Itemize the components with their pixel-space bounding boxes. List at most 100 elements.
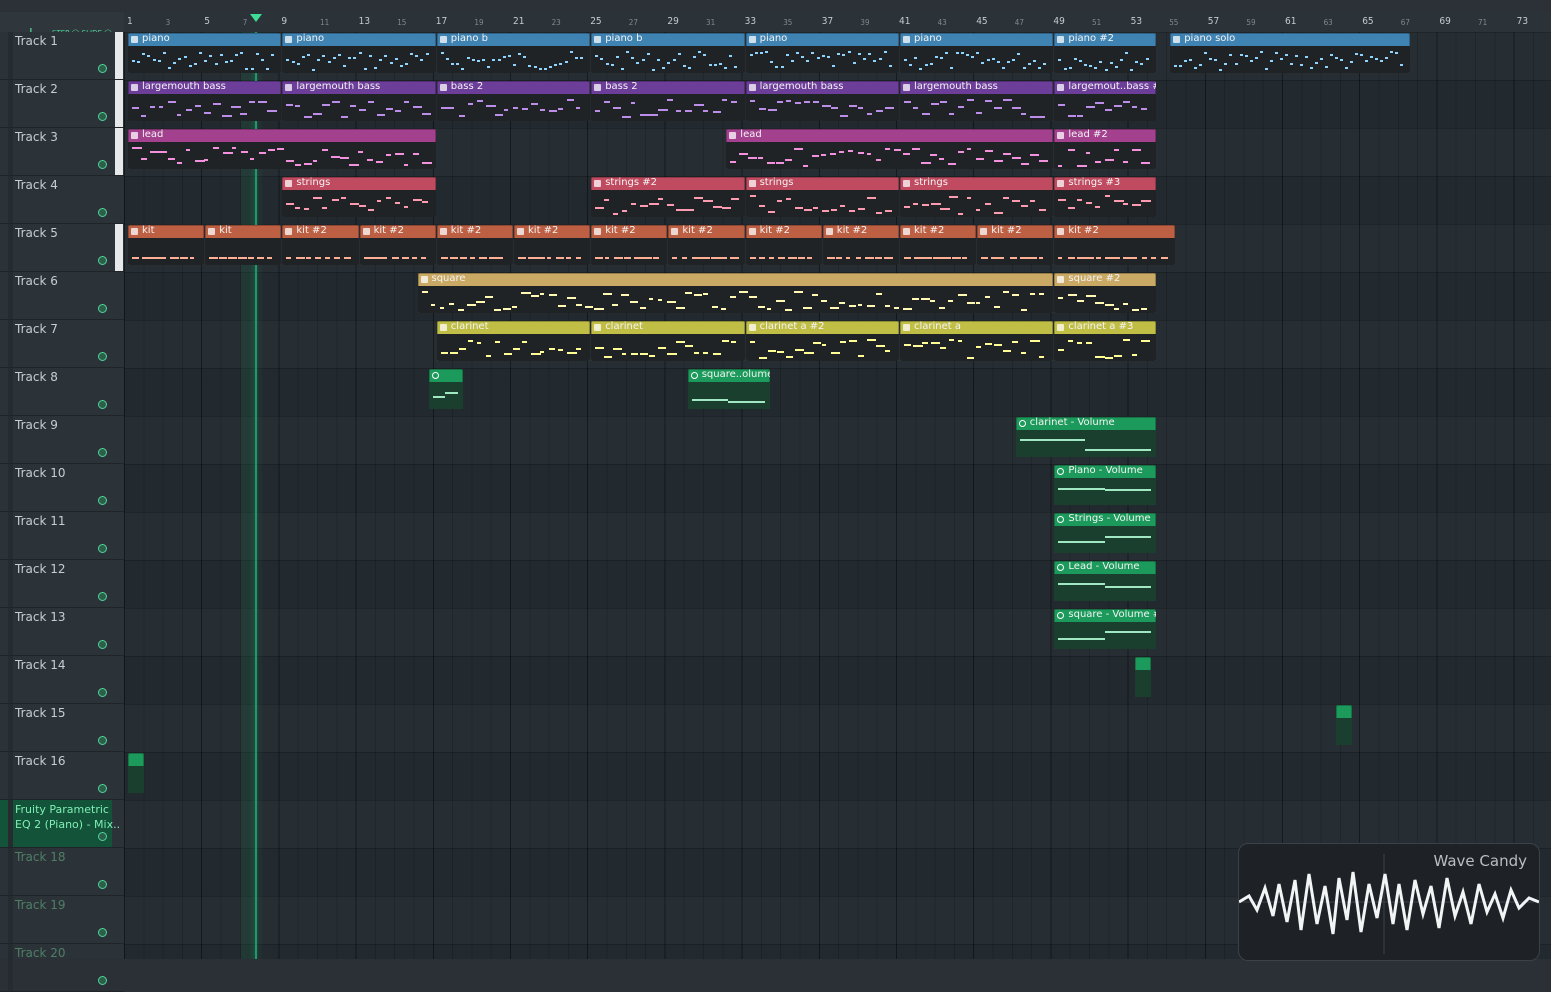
track-enable-icon[interactable] xyxy=(98,496,107,505)
playhead-marker-icon[interactable] xyxy=(250,14,262,22)
pattern-clip[interactable]: lead #2 xyxy=(1054,129,1156,169)
pattern-clip[interactable]: kit #2 xyxy=(977,225,1054,265)
automation-clip[interactable] xyxy=(429,369,463,409)
pattern-clip[interactable]: piano xyxy=(282,33,436,73)
track-grip[interactable] xyxy=(8,656,13,703)
pattern-clip[interactable]: piano solo xyxy=(1170,33,1411,73)
track-header[interactable]: Track 10 xyxy=(0,464,124,512)
pattern-clip[interactable]: strings #2 xyxy=(591,177,745,217)
pattern-clip[interactable]: kit #2 xyxy=(822,225,899,265)
pattern-clip[interactable]: kit #2 xyxy=(436,225,513,265)
automation-clip-stub[interactable] xyxy=(128,753,144,793)
playhead-line[interactable] xyxy=(255,32,257,959)
pattern-clip[interactable]: square xyxy=(417,273,1054,313)
pattern-clip[interactable]: strings xyxy=(900,177,1054,217)
track-header[interactable]: Track 16 xyxy=(0,752,124,800)
automation-clip-stub[interactable] xyxy=(1336,705,1353,745)
track-grip[interactable] xyxy=(8,800,13,847)
track-grip[interactable] xyxy=(8,944,13,991)
track-enable-icon[interactable] xyxy=(98,64,107,73)
pattern-clip[interactable]: kit #2 xyxy=(591,225,668,265)
pattern-clip[interactable]: strings xyxy=(282,177,436,217)
automation-clip[interactable]: clarinet - Volume xyxy=(1015,417,1156,457)
track-grip[interactable] xyxy=(8,368,13,415)
track-header[interactable]: Track 12 xyxy=(0,560,124,608)
pattern-clip[interactable]: piano #2 xyxy=(1054,33,1156,73)
pattern-clip[interactable]: clarinet xyxy=(436,321,591,361)
track-header[interactable]: Track 19 xyxy=(0,896,124,944)
automation-clip[interactable]: Strings - Volume xyxy=(1054,513,1156,553)
track-grip[interactable] xyxy=(8,704,13,751)
automation-clip[interactable]: square - Volume #2 xyxy=(1054,609,1156,649)
track-header[interactable]: Track 9 xyxy=(0,416,124,464)
pattern-clip[interactable]: piano b xyxy=(436,33,591,73)
pattern-clip[interactable]: bass 2 xyxy=(436,81,591,121)
track-enable-icon[interactable] xyxy=(98,928,107,937)
track-grip[interactable] xyxy=(8,272,13,319)
pattern-clip[interactable]: piano xyxy=(745,33,899,73)
pattern-clip[interactable]: clarinet xyxy=(591,321,745,361)
pattern-clip[interactable]: kit #2 xyxy=(514,225,591,265)
wave-candy-panel[interactable]: Wave Candy xyxy=(1238,843,1540,961)
pattern-clip[interactable]: kit #2 xyxy=(900,225,977,265)
track-header[interactable]: Track 13 xyxy=(0,608,124,656)
track-enable-icon[interactable] xyxy=(98,208,107,217)
pattern-clip[interactable]: kit #2 xyxy=(1054,225,1175,265)
track-enable-icon[interactable] xyxy=(98,112,107,121)
track-enable-icon[interactable] xyxy=(98,544,107,553)
pattern-clip[interactable]: kit xyxy=(128,225,205,265)
track-enable-icon[interactable] xyxy=(98,256,107,265)
pattern-clip[interactable]: clarinet a xyxy=(900,321,1054,361)
track-enable-icon[interactable] xyxy=(98,640,107,649)
pattern-clip[interactable]: kit #2 xyxy=(359,225,436,265)
track-header[interactable]: Track 4 xyxy=(0,176,124,224)
track-header[interactable]: Track 14 xyxy=(0,656,124,704)
pattern-clip[interactable]: strings #3 xyxy=(1054,177,1156,217)
track-header[interactable]: Track 2 xyxy=(0,80,124,128)
pattern-clip[interactable]: clarinet a #2 xyxy=(745,321,899,361)
track-enable-icon[interactable] xyxy=(98,688,107,697)
pattern-clip[interactable]: square #2 xyxy=(1054,273,1156,313)
pattern-clip[interactable]: largemouth bass xyxy=(282,81,436,121)
pattern-clip[interactable]: kit #2 xyxy=(282,225,359,265)
track-header[interactable]: Track 15 xyxy=(0,704,124,752)
track-header[interactable]: Track 6 xyxy=(0,272,124,320)
track-grip[interactable] xyxy=(8,608,13,655)
pattern-clip[interactable]: largemouth bass xyxy=(900,81,1054,121)
track-grip[interactable] xyxy=(8,512,13,559)
pattern-clip[interactable]: clarinet a #3 xyxy=(1054,321,1156,361)
automation-clip[interactable]: Piano - Volume xyxy=(1054,465,1156,505)
pattern-clip[interactable]: largemouth bass xyxy=(128,81,282,121)
track-enable-icon[interactable] xyxy=(98,976,107,985)
automation-clip[interactable]: square..olume xyxy=(687,369,770,409)
pattern-clip[interactable]: strings xyxy=(745,177,899,217)
track-enable-icon[interactable] xyxy=(98,880,107,889)
pattern-clip[interactable]: piano xyxy=(900,33,1054,73)
track-enable-icon[interactable] xyxy=(98,448,107,457)
pattern-clip[interactable]: lead xyxy=(726,129,1054,169)
track-grip[interactable] xyxy=(8,224,13,271)
track-grip[interactable] xyxy=(8,848,13,895)
track-header[interactable]: Fruity Parametric EQ 2 (Piano) - Mix.. xyxy=(0,800,124,848)
playlist-grid[interactable]: piano piano piano b piano b piano piano piano … xyxy=(124,32,1551,959)
track-header[interactable]: Track 3 xyxy=(0,128,124,176)
timeline-ruler[interactable]: 1 5 9 13 17 21 25 29 33 37 41 45 49 53 57 61 65 69 73 3 7 11 1… xyxy=(124,12,1551,33)
track-grip[interactable] xyxy=(8,32,13,79)
track-grip[interactable] xyxy=(8,176,13,223)
automation-clip-stub[interactable] xyxy=(1135,657,1152,697)
track-header[interactable]: Track 11 xyxy=(0,512,124,560)
track-grip[interactable] xyxy=(8,80,13,127)
track-grip[interactable] xyxy=(8,896,13,943)
track-header[interactable]: Track 5 xyxy=(0,224,124,272)
track-grip[interactable] xyxy=(8,752,13,799)
track-grip[interactable] xyxy=(8,416,13,463)
track-header[interactable]: Track 18 xyxy=(0,848,124,896)
track-grip[interactable] xyxy=(8,560,13,607)
pattern-clip[interactable]: kit xyxy=(205,225,282,265)
track-enable-icon[interactable] xyxy=(98,736,107,745)
track-enable-icon[interactable] xyxy=(98,160,107,169)
pattern-clip[interactable]: kit #2 xyxy=(668,225,745,265)
track-enable-icon[interactable] xyxy=(98,304,107,313)
automation-clip[interactable]: Lead - Volume xyxy=(1054,561,1156,601)
track-enable-icon[interactable] xyxy=(98,784,107,793)
